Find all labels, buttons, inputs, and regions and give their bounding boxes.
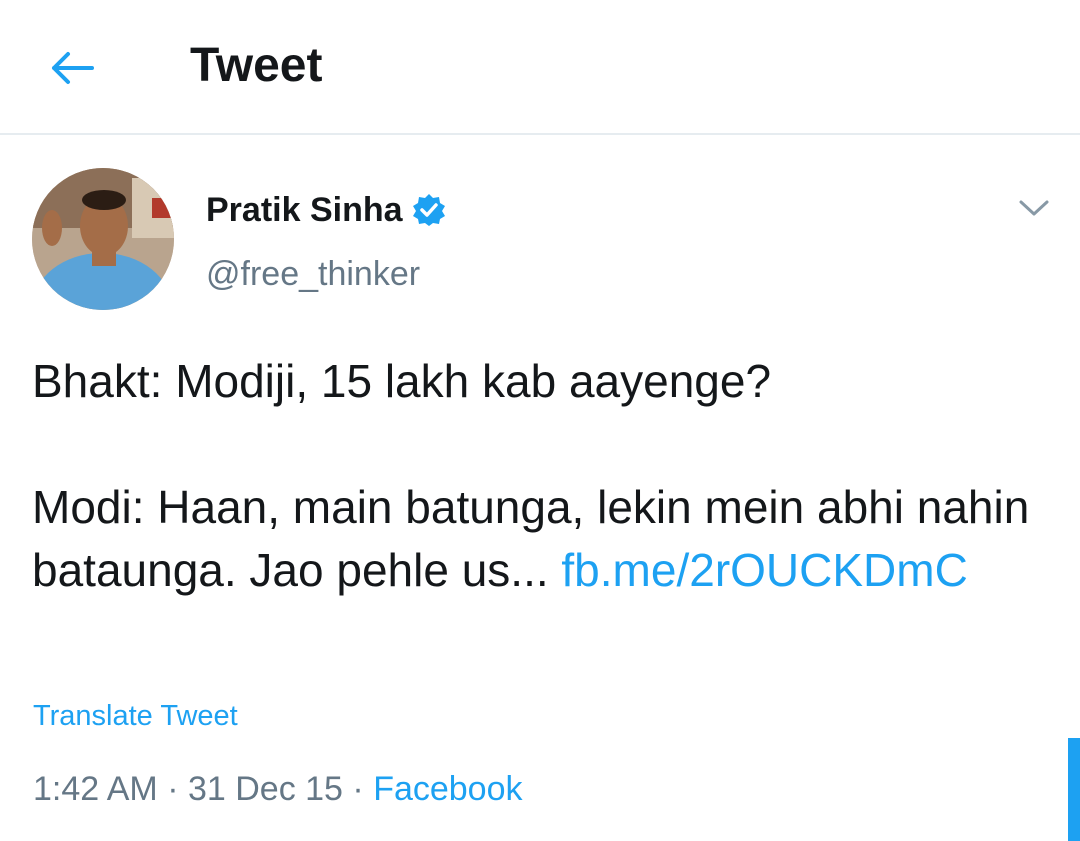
chevron-down-icon (1019, 200, 1049, 216)
tweet-body: Bhakt: Modiji, 15 lakh kab aayenge? Modi… (32, 350, 1042, 602)
tweet-link[interactable]: fb.me/​2rOUCKDmC (561, 544, 967, 596)
author-name[interactable]: Pratik Sinha (206, 190, 403, 230)
scrollbar[interactable] (1068, 738, 1080, 841)
back-button[interactable] (44, 40, 100, 96)
tweet-time: 1:42 AM (33, 770, 158, 808)
tweet-text-line1: Bhakt: Modiji, 15 lakh kab aayenge? (32, 355, 772, 407)
tweet-metadata: 1:42 AM · 31 Dec 15 · Facebook (33, 768, 523, 810)
back-arrow-icon (52, 52, 94, 84)
author-handle[interactable]: @free_thinker (206, 254, 420, 294)
tweet-source-link[interactable]: Facebook (373, 770, 522, 808)
page-title: Tweet (190, 39, 323, 92)
meta-separator: · (342, 770, 374, 808)
tweet-menu-button[interactable] (1014, 190, 1054, 226)
avatar-photo (32, 168, 174, 310)
verified-badge-icon (412, 193, 446, 227)
avatar[interactable] (32, 168, 174, 310)
tweet-date: 31 Dec 15 (187, 770, 343, 808)
translate-tweet-link[interactable]: Translate Tweet (33, 698, 238, 734)
top-app-bar: Tweet (0, 0, 1080, 135)
meta-separator: · (157, 770, 188, 808)
